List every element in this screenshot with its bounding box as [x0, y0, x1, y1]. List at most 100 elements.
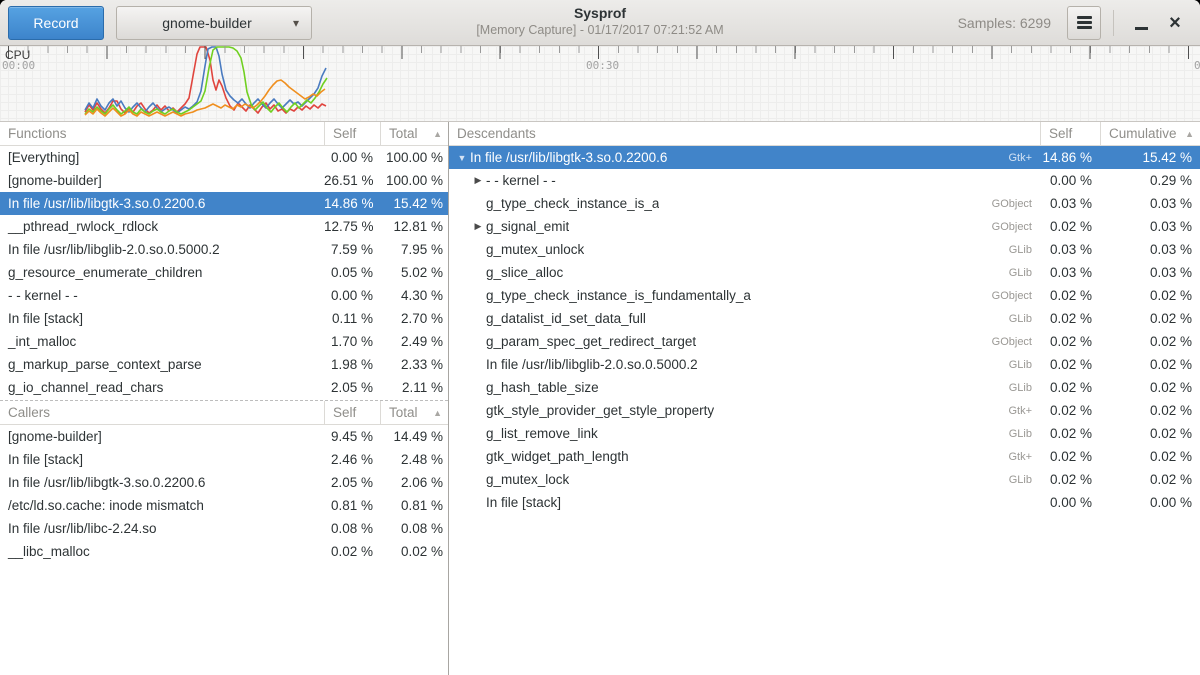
total-column-header[interactable]: Total ▲: [380, 122, 448, 145]
descendant-row[interactable]: ▶g_signal_emitGObject0.02 %0.03 %: [449, 215, 1200, 238]
function-row[interactable]: __pthread_rwlock_rdlock12.75 %12.81 %: [0, 215, 448, 238]
caller-self-value: 2.05 %: [324, 475, 380, 490]
caller-name: In file /usr/lib/libgtk-3.so.0.2200.6: [0, 475, 324, 490]
descendant-name: g_type_check_instance_is_a: [486, 196, 659, 211]
function-self-value: 0.00 %: [324, 150, 380, 165]
caller-row[interactable]: In file /usr/lib/libgtk-3.so.0.2200.62.0…: [0, 471, 448, 494]
function-name: [Everything]: [0, 150, 324, 165]
function-total-value: 7.95 %: [380, 242, 448, 257]
process-selector-dropdown[interactable]: gnome-builder ▾: [116, 6, 312, 40]
expander-open-icon[interactable]: ▼: [454, 153, 470, 163]
function-self-value: 0.05 %: [324, 265, 380, 280]
function-row[interactable]: In file [stack]0.11 %2.70 %: [0, 307, 448, 330]
descendant-row[interactable]: g_hash_table_sizeGLib0.02 %0.02 %: [449, 376, 1200, 399]
function-row[interactable]: - - kernel - -0.00 %4.30 %: [0, 284, 448, 307]
function-row[interactable]: _int_malloc1.70 %2.49 %: [0, 330, 448, 353]
descendant-self-value: 0.03 %: [1040, 265, 1100, 280]
descendant-name-cell: ▶- - kernel - -: [449, 173, 1040, 188]
function-total-value: 100.00 %: [380, 150, 448, 165]
process-selector-value: gnome-builder: [162, 15, 252, 31]
descendants-panel: Descendants Self Cumulative ▲ ▼In file /…: [449, 122, 1200, 675]
descendant-cumulative-value: 0.03 %: [1100, 196, 1200, 211]
function-row[interactable]: g_io_channel_read_chars2.05 %2.11 %: [0, 376, 448, 399]
function-name: g_io_channel_read_chars: [0, 380, 324, 395]
library-badge: GLib: [999, 474, 1040, 486]
function-row[interactable]: g_markup_parse_context_parse1.98 %2.33 %: [0, 353, 448, 376]
descendant-name: In file /usr/lib/libgtk-3.so.0.2200.6: [470, 150, 667, 165]
descendant-self-value: 0.00 %: [1040, 495, 1100, 510]
function-total-value: 2.33 %: [380, 357, 448, 372]
caller-row[interactable]: In file [stack]2.46 %2.48 %: [0, 448, 448, 471]
callers-column-header[interactable]: Callers: [0, 405, 324, 420]
caller-row[interactable]: [gnome-builder]9.45 %14.49 %: [0, 425, 448, 448]
caller-total-value: 2.48 %: [380, 452, 448, 467]
callers-table-header: Callers Self Total ▲: [0, 401, 448, 425]
caller-self-value: 0.08 %: [324, 521, 380, 536]
self-column-header[interactable]: Self: [1040, 122, 1100, 145]
record-button[interactable]: Record: [8, 6, 104, 40]
cumulative-column-header[interactable]: Cumulative ▲: [1100, 122, 1200, 145]
descendant-name: - - kernel - -: [486, 173, 556, 188]
descendant-row[interactable]: In file /usr/lib/libglib-2.0.so.0.5000.2…: [449, 353, 1200, 376]
descendant-row[interactable]: g_type_check_instance_is_aGObject0.03 %0…: [449, 192, 1200, 215]
library-badge: GObject: [982, 290, 1040, 302]
self-column-header[interactable]: Self: [324, 401, 380, 424]
descendant-row[interactable]: g_type_check_instance_is_fundamentally_a…: [449, 284, 1200, 307]
caller-total-value: 0.08 %: [380, 521, 448, 536]
functions-panel: Functions Self Total ▲ [Everything]0.00 …: [0, 122, 448, 399]
descendants-column-header[interactable]: Descendants: [449, 126, 1040, 141]
descendant-row[interactable]: g_mutex_lockGLib0.02 %0.02 %: [449, 468, 1200, 491]
library-badge: GLib: [999, 428, 1040, 440]
descendant-row[interactable]: g_param_spec_get_redirect_targetGObject0…: [449, 330, 1200, 353]
descendant-name-cell: g_list_remove_linkGLib: [449, 426, 1040, 441]
descendant-self-value: 0.02 %: [1040, 357, 1100, 372]
function-name: - - kernel - -: [0, 288, 324, 303]
descendant-name-cell: In file /usr/lib/libglib-2.0.so.0.5000.2…: [449, 357, 1040, 372]
descendant-name: g_datalist_id_set_data_full: [486, 311, 646, 326]
expander-closed-icon[interactable]: ▶: [470, 221, 486, 232]
caller-row[interactable]: /etc/ld.so.cache: inode mismatch0.81 %0.…: [0, 494, 448, 517]
descendant-row[interactable]: gtk_style_provider_get_style_propertyGtk…: [449, 399, 1200, 422]
descendant-row[interactable]: ▼In file /usr/lib/libgtk-3.so.0.2200.6Gt…: [449, 146, 1200, 169]
descendant-row[interactable]: In file [stack]0.00 %0.00 %: [449, 491, 1200, 514]
expander-closed-icon[interactable]: ▶: [470, 175, 486, 186]
caller-row[interactable]: In file /usr/lib/libc-2.24.so0.08 %0.08 …: [0, 517, 448, 540]
close-icon: ×: [1169, 13, 1181, 33]
functions-column-header[interactable]: Functions: [0, 126, 324, 141]
library-badge: GLib: [999, 382, 1040, 394]
total-column-header[interactable]: Total ▲: [380, 401, 448, 424]
self-column-header[interactable]: Self: [324, 122, 380, 145]
minimize-button[interactable]: [1124, 6, 1158, 40]
descendant-name-cell: gtk_style_provider_get_style_propertyGtk…: [449, 403, 1040, 418]
descendant-cumulative-value: 0.02 %: [1100, 426, 1200, 441]
function-total-value: 5.02 %: [380, 265, 448, 280]
caller-self-value: 0.81 %: [324, 498, 380, 513]
cpu-timeline-graph[interactable]: CPU 00:0000:3001:00: [0, 46, 1200, 122]
library-badge: Gtk+: [998, 451, 1040, 463]
header-separator: [1113, 10, 1114, 36]
descendant-row[interactable]: g_slice_allocGLib0.03 %0.03 %: [449, 261, 1200, 284]
function-row[interactable]: [Everything]0.00 %100.00 %: [0, 146, 448, 169]
hamburger-menu-button[interactable]: [1067, 6, 1101, 40]
descendant-row[interactable]: g_datalist_id_set_data_fullGLib0.02 %0.0…: [449, 307, 1200, 330]
descendant-row[interactable]: g_mutex_unlockGLib0.03 %0.03 %: [449, 238, 1200, 261]
function-row[interactable]: g_resource_enumerate_children0.05 %5.02 …: [0, 261, 448, 284]
descendant-cumulative-value: 0.02 %: [1100, 311, 1200, 326]
caller-self-value: 9.45 %: [324, 429, 380, 444]
descendant-name-cell: gtk_widget_path_lengthGtk+: [449, 449, 1040, 464]
function-self-value: 0.11 %: [324, 311, 380, 326]
time-tick-label: 01:00: [1194, 59, 1200, 72]
descendant-row[interactable]: g_list_remove_linkGLib0.02 %0.02 %: [449, 422, 1200, 445]
descendant-self-value: 0.02 %: [1040, 380, 1100, 395]
descendant-name-cell: In file [stack]: [449, 495, 1040, 510]
descendant-row[interactable]: ▶- - kernel - -0.00 %0.29 %: [449, 169, 1200, 192]
function-row[interactable]: [gnome-builder]26.51 %100.00 %: [0, 169, 448, 192]
close-button[interactable]: ×: [1158, 6, 1192, 40]
function-self-value: 0.00 %: [324, 288, 380, 303]
function-row[interactable]: In file /usr/lib/libglib-2.0.so.0.5000.2…: [0, 238, 448, 261]
caller-row[interactable]: __libc_malloc0.02 %0.02 %: [0, 540, 448, 563]
function-name: __pthread_rwlock_rdlock: [0, 219, 324, 234]
descendant-row[interactable]: gtk_widget_path_lengthGtk+0.02 %0.02 %: [449, 445, 1200, 468]
function-row[interactable]: In file /usr/lib/libgtk-3.so.0.2200.614.…: [0, 192, 448, 215]
sort-ascending-icon: ▲: [425, 408, 442, 418]
